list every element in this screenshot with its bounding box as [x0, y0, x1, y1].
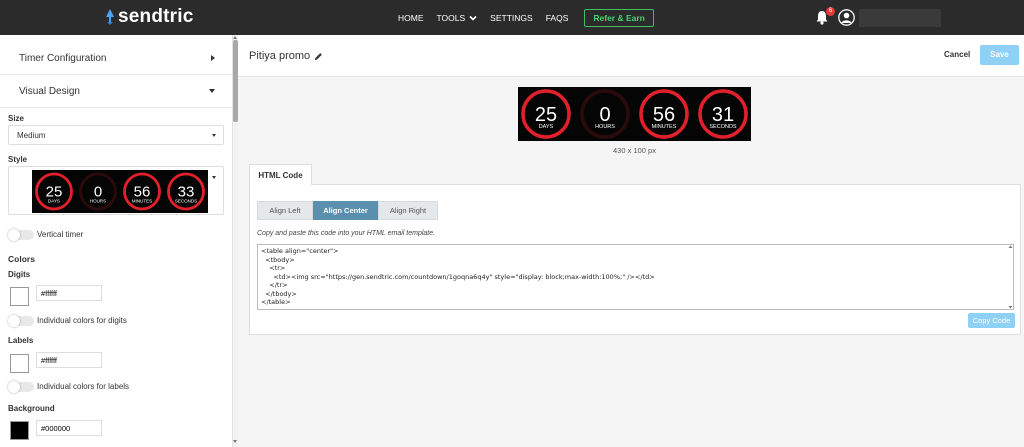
- align-left-button[interactable]: Align Left: [257, 201, 313, 220]
- refer-earn-button[interactable]: Refer & Earn: [584, 8, 654, 27]
- html-code-textarea[interactable]: <table align="center"> <tbody> <tr> <td>…: [257, 244, 1014, 310]
- rocket-icon: [106, 9, 114, 25]
- nav-faqs[interactable]: FAQS: [546, 13, 569, 23]
- size-label: Size: [8, 114, 25, 123]
- background-label: Background: [8, 404, 55, 413]
- labels-color-swatch[interactable]: [10, 354, 29, 373]
- align-center-button[interactable]: Align Center: [313, 201, 378, 220]
- vertical-timer-toggle[interactable]: [8, 229, 34, 241]
- labels-color-input[interactable]: [36, 352, 102, 368]
- digits-color-input[interactable]: [36, 285, 102, 301]
- individual-labels-toggle[interactable]: [8, 381, 34, 393]
- tab-html-code[interactable]: HTML Code: [249, 164, 312, 185]
- pencil-icon[interactable]: [314, 52, 323, 61]
- chevron-down-icon: [469, 15, 477, 21]
- timer-title[interactable]: Pitiya promo: [249, 50, 323, 62]
- code-panel: HTML Code Align Left Align Center Align …: [249, 164, 1021, 335]
- timer-value-seconds: 31: [712, 104, 734, 126]
- caret-down-icon: [209, 89, 215, 93]
- code-box: Align Left Align Center Align Right Copy…: [249, 184, 1021, 335]
- thumb-label-minutes: MINUTES: [132, 199, 152, 204]
- scroll-up-icon[interactable]: [233, 36, 237, 39]
- individual-digits-toggle[interactable]: [8, 315, 34, 327]
- sidebar: Timer Configuration Visual Design Size M…: [0, 35, 233, 447]
- background-color-swatch[interactable]: [10, 421, 29, 440]
- style-label: Style: [8, 155, 28, 164]
- save-button[interactable]: Save: [980, 45, 1019, 65]
- visual-design-section[interactable]: Visual Design: [0, 75, 232, 108]
- username-display[interactable]: [859, 9, 941, 27]
- vertical-timer-label: Vertical timer: [37, 230, 84, 239]
- timer-configuration-label: Timer Configuration: [19, 52, 107, 64]
- thumb-label-days: DAYS: [48, 199, 60, 204]
- caret-right-icon: [211, 55, 215, 61]
- colors-title: Colors: [8, 254, 35, 264]
- nav-tools[interactable]: TOOLS: [437, 13, 478, 23]
- scroll-down-icon[interactable]: [233, 440, 237, 443]
- timer-label-minutes: MINUTES: [652, 124, 677, 130]
- timer-value-hours: 0: [599, 104, 610, 126]
- digits-label: Digits: [8, 270, 31, 279]
- nav-tools-label: TOOLS: [436, 12, 466, 23]
- timer-dimensions: 430 x 100 px: [613, 146, 656, 155]
- code-scrollbar[interactable]: [1008, 245, 1013, 309]
- individual-labels-label: Individual colors for labels: [37, 382, 130, 391]
- sendtric-logo[interactable]: sendtric: [104, 6, 194, 27]
- individual-digits-label: Individual colors for digits: [37, 316, 127, 325]
- chevron-down-icon: [212, 134, 216, 137]
- labels-label: Labels: [8, 336, 34, 345]
- editor-header: Pitiya promo Cancel Save: [238, 35, 1024, 77]
- notification-badge: 6: [826, 7, 835, 16]
- timer-configuration-section[interactable]: Timer Configuration: [0, 42, 232, 75]
- style-select[interactable]: 25 DAYS 0 HOURS 56 MINUTES 33 SECONDS: [8, 166, 224, 215]
- size-select-value: Medium: [17, 131, 46, 140]
- align-right-button[interactable]: Align Right: [378, 201, 438, 220]
- timer-label-days: DAYS: [539, 124, 554, 130]
- background-color-input[interactable]: [36, 420, 102, 436]
- timer-label-seconds: SECONDS: [709, 124, 737, 130]
- digits-color-swatch[interactable]: [10, 287, 29, 306]
- alignment-buttons: Align Left Align Center Align Right: [257, 201, 438, 220]
- code-hint: Copy and paste this code into your HTML …: [257, 230, 436, 237]
- nav-settings[interactable]: SETTINGS: [490, 13, 533, 23]
- main-nav: HOME TOOLS SETTINGS FAQS Refer & Earn: [398, 0, 654, 35]
- size-select[interactable]: Medium: [8, 125, 224, 145]
- brand-name: sendtric: [118, 6, 194, 27]
- chevron-down-icon: [212, 176, 216, 179]
- timer-label-hours: HOURS: [595, 124, 615, 130]
- thumb-label-seconds: SECONDS: [175, 199, 197, 204]
- nav-home[interactable]: HOME: [398, 13, 424, 23]
- top-navbar: sendtric HOME TOOLS SETTINGS FAQS Refer …: [0, 0, 1024, 35]
- copy-code-button[interactable]: Copy Code: [968, 313, 1015, 328]
- timer-value-days: 25: [535, 104, 557, 126]
- cancel-button[interactable]: Cancel: [944, 50, 970, 59]
- timer-title-text: Pitiya promo: [249, 50, 311, 62]
- timer-preview: 25DAYS 0HOURS 56MINUTES 31SECONDS: [518, 87, 751, 141]
- thumb-label-hours: HOURS: [90, 199, 106, 204]
- user-avatar-icon[interactable]: [838, 9, 855, 26]
- timer-value-minutes: 56: [653, 104, 675, 126]
- style-preview-thumbnail: 25DAYS0HOURS56MINUTES33SECONDS: [32, 170, 208, 213]
- visual-design-label: Visual Design: [19, 85, 80, 97]
